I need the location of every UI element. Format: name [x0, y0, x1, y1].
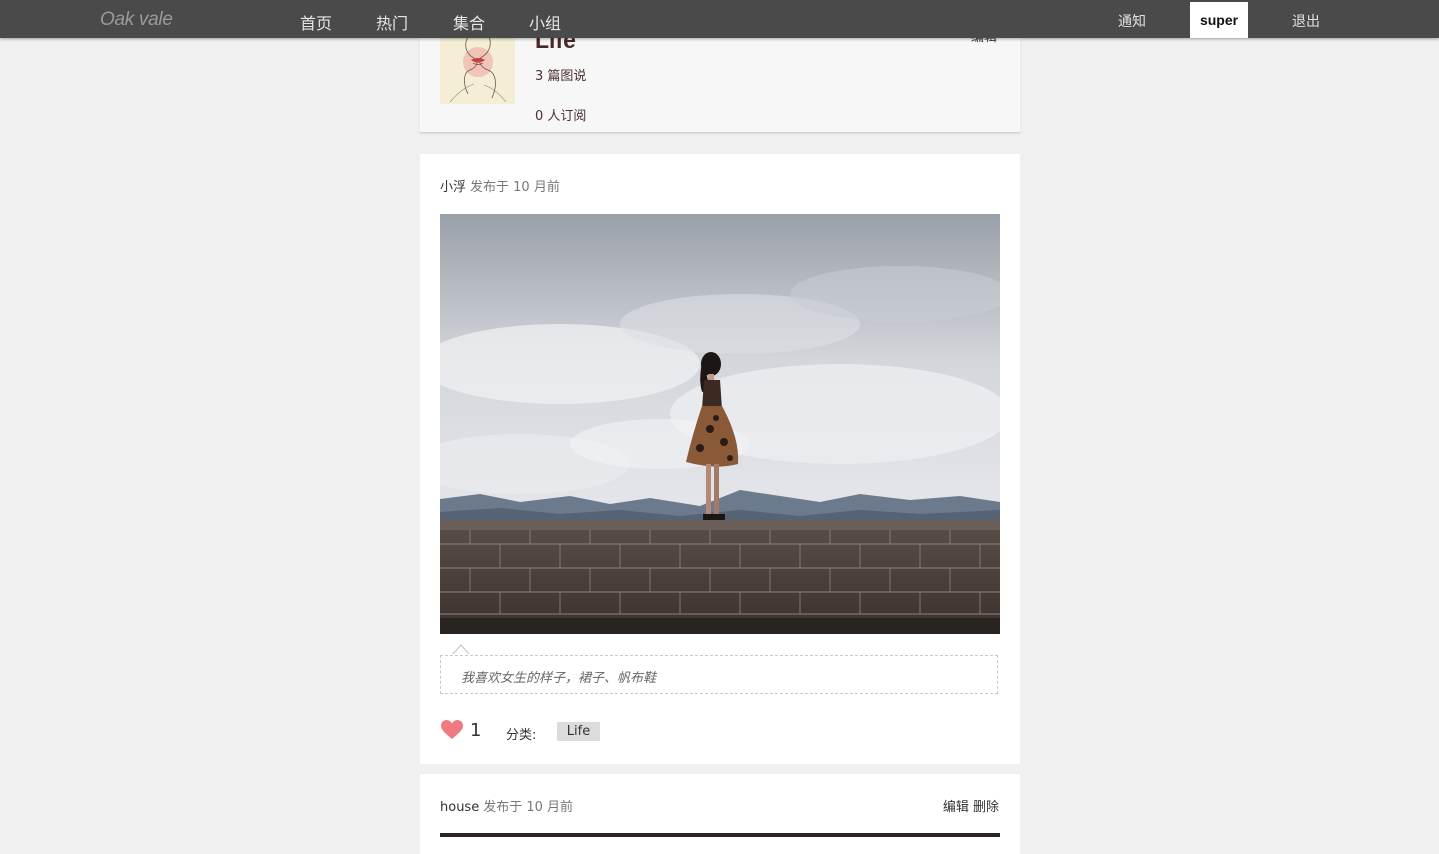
- nav-notifications[interactable]: 通知: [1118, 11, 1146, 31]
- caption-box: 我喜欢女生的样子，裙子、帆布鞋: [440, 655, 998, 694]
- post-meta: 小浮 发布于 10 月前: [440, 176, 560, 195]
- heart-icon[interactable]: [441, 720, 463, 740]
- post-card: house 发布于 10 月前 编辑 删除: [420, 774, 1020, 854]
- post-edit-button[interactable]: 编辑: [943, 800, 969, 815]
- nav-home[interactable]: 首页: [300, 10, 332, 34]
- like-count: 1: [470, 720, 482, 741]
- post-photo[interactable]: [440, 833, 1000, 837]
- post-caption: 我喜欢女生的样子，裙子、帆布鞋: [461, 671, 657, 686]
- post-photo[interactable]: [440, 214, 1000, 634]
- post-time: 发布于 10 月前: [483, 800, 574, 815]
- nav-groups[interactable]: 小组: [529, 10, 561, 34]
- top-navbar: Oak vale 首页 热门 集合 小组 通知 super 退出: [0, 0, 1439, 38]
- photo-girl-on-wall: [440, 214, 1000, 634]
- post-meta: house 发布于 10 月前: [440, 796, 573, 815]
- nav-collections[interactable]: 集合: [453, 10, 485, 34]
- post-delete-button[interactable]: 删除: [973, 800, 999, 815]
- post-author[interactable]: 小浮: [440, 180, 466, 195]
- nav-hot[interactable]: 热门: [376, 10, 408, 34]
- user-menu[interactable]: super: [1190, 2, 1248, 38]
- nav-logout[interactable]: 退出: [1292, 11, 1320, 31]
- collection-post-count: 3 篇图说: [535, 69, 587, 84]
- category-label: 分类:: [506, 728, 537, 743]
- post-card: 小浮 发布于 10 月前 我喜欢女生的样子，裙子、帆布鞋 1 分类: Life: [420, 154, 1020, 764]
- post-author[interactable]: house: [440, 800, 479, 815]
- caption-pointer-fill: [453, 646, 469, 655]
- collection-subscriber-count: 0 人订阅: [535, 109, 587, 124]
- post-actions: 编辑 删除: [943, 796, 999, 815]
- post-time: 发布于 10 月前: [470, 180, 560, 195]
- brand-logo[interactable]: Oak vale: [100, 9, 173, 31]
- category-tag[interactable]: Life: [557, 722, 600, 741]
